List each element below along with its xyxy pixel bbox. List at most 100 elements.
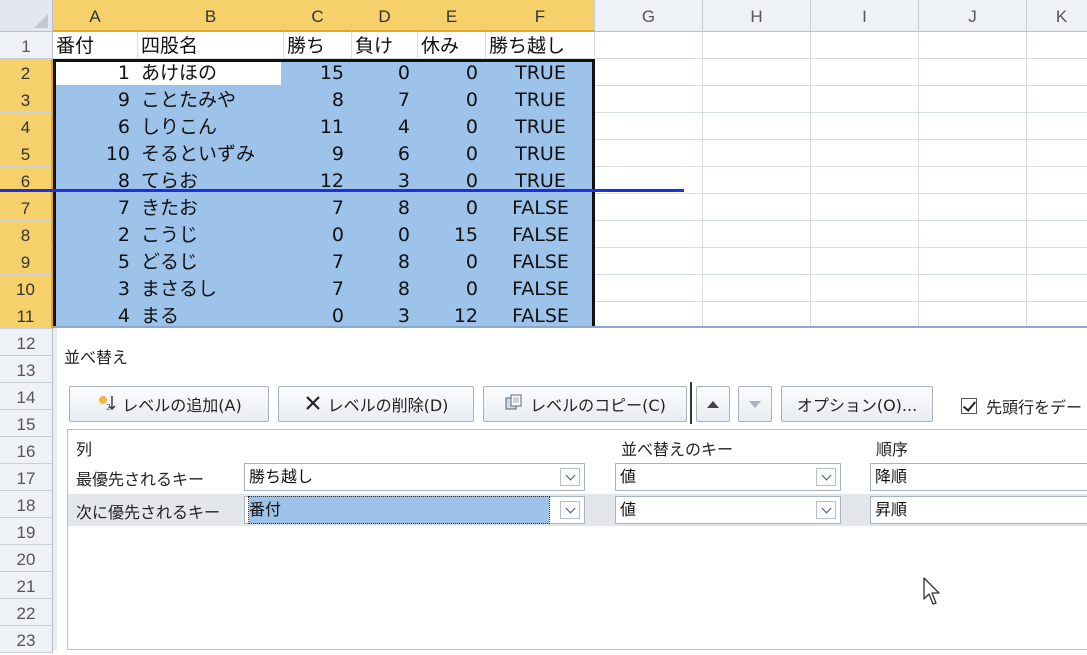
cell-absences[interactable]: 0 bbox=[418, 248, 486, 275]
column-header-e[interactable]: E bbox=[418, 0, 486, 32]
cell-losses[interactable]: 0 bbox=[352, 221, 418, 248]
column-header-j[interactable]: J bbox=[919, 0, 1027, 32]
cell-absences[interactable]: 0 bbox=[418, 140, 486, 167]
cell-kachikoshi[interactable]: FALSE bbox=[486, 248, 595, 275]
cell-name[interactable]: きたお bbox=[138, 194, 284, 221]
cell-rank[interactable]: 3 bbox=[53, 275, 138, 302]
column-header-i[interactable]: I bbox=[811, 0, 919, 32]
delete-level-button[interactable]: レベルの削除(D) bbox=[278, 386, 474, 422]
header-cell-rank[interactable]: 番付 bbox=[53, 32, 138, 59]
row-header-10[interactable]: 10 bbox=[0, 275, 53, 302]
row-header-16[interactable]: 16 bbox=[0, 437, 53, 464]
cell-wins[interactable]: 8 bbox=[284, 86, 352, 113]
add-level-button[interactable]: 2 レベルの追加(A) bbox=[69, 386, 269, 422]
chevron-down-icon[interactable] bbox=[560, 468, 580, 486]
row-header-13[interactable]: 13 bbox=[0, 356, 53, 383]
cell-absences[interactable]: 12 bbox=[418, 302, 486, 329]
chevron-down-icon[interactable] bbox=[816, 501, 836, 519]
checkbox-checked-icon[interactable] bbox=[961, 398, 977, 414]
cell-name[interactable]: しりこん bbox=[138, 113, 284, 140]
cell-name[interactable]: まさるし bbox=[138, 275, 284, 302]
cell-rank[interactable]: 10 bbox=[53, 140, 138, 167]
column-select[interactable]: 番付 bbox=[244, 496, 585, 524]
cell-name[interactable]: あけほの bbox=[138, 59, 284, 86]
row-header-15[interactable]: 15 bbox=[0, 410, 53, 437]
cell-wins[interactable]: 0 bbox=[284, 221, 352, 248]
row-header-17[interactable]: 17 bbox=[0, 464, 53, 491]
cell-absences[interactable]: 0 bbox=[418, 113, 486, 140]
cell-wins[interactable]: 7 bbox=[284, 275, 352, 302]
cell-absences[interactable]: 0 bbox=[418, 59, 486, 86]
row-header-8[interactable]: 8 bbox=[0, 221, 53, 248]
cell-rank[interactable]: 2 bbox=[53, 221, 138, 248]
row-header-1[interactable]: 1 bbox=[0, 32, 53, 59]
column-header-b[interactable]: B bbox=[138, 0, 284, 32]
cell-kachikoshi[interactable]: TRUE bbox=[486, 140, 595, 167]
cell-name[interactable]: こうじ bbox=[138, 221, 284, 248]
column-header-g[interactable]: G bbox=[595, 0, 703, 32]
sort-on-select[interactable]: 値 bbox=[615, 496, 841, 524]
row-header-23[interactable]: 23 bbox=[0, 626, 53, 653]
cell-kachikoshi[interactable]: FALSE bbox=[486, 221, 595, 248]
select-all-corner[interactable] bbox=[0, 0, 53, 32]
row-header-9[interactable]: 9 bbox=[0, 248, 53, 275]
cell-name[interactable]: どるじ bbox=[138, 248, 284, 275]
cell-rank[interactable]: 6 bbox=[53, 113, 138, 140]
column-header-h[interactable]: H bbox=[703, 0, 811, 32]
cell-losses[interactable]: 8 bbox=[352, 248, 418, 275]
cell-rank[interactable]: 7 bbox=[53, 194, 138, 221]
column-header-c[interactable]: C bbox=[284, 0, 352, 32]
cell-wins[interactable]: 11 bbox=[284, 113, 352, 140]
cell-absences[interactable]: 0 bbox=[418, 275, 486, 302]
cell-kachikoshi[interactable]: TRUE bbox=[486, 113, 595, 140]
cell-wins[interactable]: 9 bbox=[284, 140, 352, 167]
row-header-22[interactable]: 22 bbox=[0, 599, 53, 626]
column-header-k[interactable]: K bbox=[1027, 0, 1087, 32]
copy-level-button[interactable]: レベルのコピー(C) bbox=[483, 386, 687, 422]
cell-rank[interactable]: 9 bbox=[53, 86, 138, 113]
column-header-d[interactable]: D bbox=[352, 0, 418, 32]
row-header-14[interactable]: 14 bbox=[0, 383, 53, 410]
row-header-5[interactable]: 5 bbox=[0, 140, 53, 167]
header-cell-losses[interactable]: 負け bbox=[352, 32, 418, 59]
cell-wins[interactable]: 0 bbox=[284, 302, 352, 329]
order-select[interactable]: 降順 bbox=[870, 463, 1087, 491]
chevron-down-icon[interactable] bbox=[816, 468, 836, 486]
sort-on-select[interactable]: 値 bbox=[615, 463, 841, 491]
options-button[interactable]: オプション(O)... bbox=[781, 386, 933, 422]
cell-name[interactable]: そるといずみ bbox=[138, 140, 284, 167]
cell-name[interactable]: まる bbox=[138, 302, 284, 329]
row-header-3[interactable]: 3 bbox=[0, 86, 53, 113]
cell-absences[interactable]: 0 bbox=[418, 194, 486, 221]
chevron-down-icon[interactable] bbox=[560, 501, 580, 519]
cell-absences[interactable]: 15 bbox=[418, 221, 486, 248]
cell-losses[interactable]: 3 bbox=[352, 302, 418, 329]
cell-losses[interactable]: 4 bbox=[352, 113, 418, 140]
cell-absences[interactable]: 0 bbox=[418, 86, 486, 113]
row-header-12[interactable]: 12 bbox=[0, 329, 53, 356]
header-cell-wins[interactable]: 勝ち bbox=[284, 32, 352, 59]
column-select[interactable]: 勝ち越し bbox=[244, 463, 585, 491]
cell-losses[interactable]: 8 bbox=[352, 194, 418, 221]
column-header-a[interactable]: A bbox=[53, 0, 138, 32]
header-cell-name[interactable]: 四股名 bbox=[138, 32, 284, 59]
cell-rank[interactable]: 4 bbox=[53, 302, 138, 329]
has-headers-checkbox[interactable]: 先頭行をデー bbox=[961, 394, 1082, 418]
cell-kachikoshi[interactable]: TRUE bbox=[486, 59, 595, 86]
row-header-19[interactable]: 19 bbox=[0, 518, 53, 545]
cell-kachikoshi[interactable]: FALSE bbox=[486, 194, 595, 221]
cell-losses[interactable]: 0 bbox=[352, 59, 418, 86]
cell-kachikoshi[interactable]: FALSE bbox=[486, 302, 595, 329]
cell-rank[interactable]: 1 bbox=[53, 59, 138, 86]
cell-wins[interactable]: 7 bbox=[284, 194, 352, 221]
order-select[interactable]: 昇順 bbox=[870, 496, 1087, 524]
sort-level-row-selected[interactable]: 次に優先されるキー 番付 値 昇順 bbox=[68, 494, 1087, 526]
cell-losses[interactable]: 7 bbox=[352, 86, 418, 113]
cell-name[interactable]: ことたみや bbox=[138, 86, 284, 113]
move-down-button[interactable] bbox=[738, 386, 772, 422]
cell-kachikoshi[interactable]: TRUE bbox=[486, 86, 595, 113]
header-cell-kachikoshi[interactable]: 勝ち越し bbox=[486, 32, 595, 59]
move-up-button[interactable] bbox=[696, 386, 730, 422]
cell-losses[interactable]: 8 bbox=[352, 275, 418, 302]
header-cell-absences[interactable]: 休み bbox=[418, 32, 486, 59]
